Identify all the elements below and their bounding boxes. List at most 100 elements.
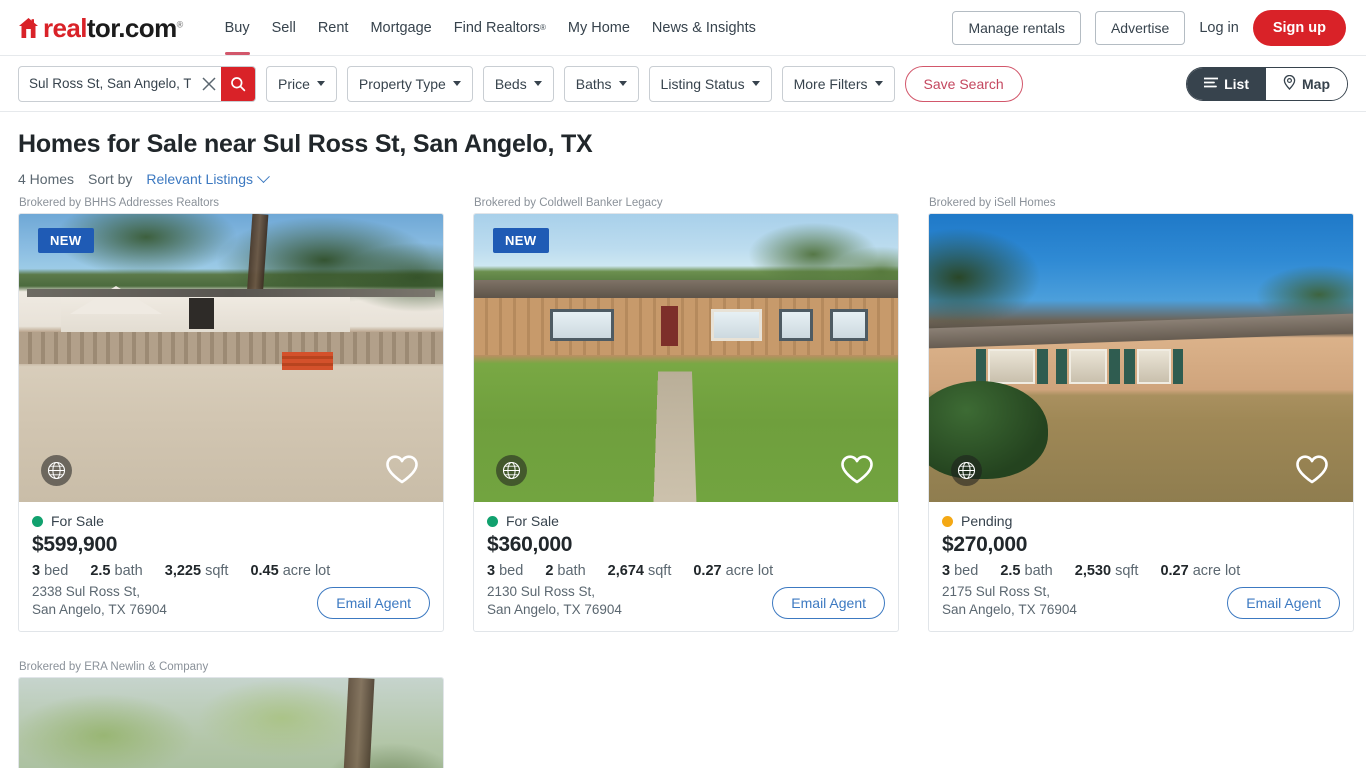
status-badge: Pending [942,513,1340,529]
results-count: 4 Homes [18,171,75,187]
email-agent-button[interactable]: Email Agent [1227,587,1340,619]
filter-listing-status[interactable]: Listing Status [648,65,772,102]
nav-label: Rent [317,19,349,36]
listing-address: 2338 Sul Ross St, San Angelo, TX 76904 [32,583,167,619]
map-pin-icon [1283,74,1296,93]
status-dot-icon [32,515,43,527]
filter-label: Baths [575,75,612,92]
listing-photo[interactable] [929,214,1353,502]
save-heart-icon[interactable] [1293,450,1331,488]
view-toggle-list[interactable]: List [1187,67,1266,100]
listing-card[interactable]: Brokered by BHHS Addresses Realtors NEW [18,197,444,632]
log-in-link[interactable]: Log in [1199,20,1239,36]
spec-beds: 3 bed [942,563,979,579]
nav-item-find-realtors[interactable]: Find Realtors ® [454,0,546,55]
filter-price[interactable]: Price [266,65,337,102]
brokered-by: Brokered by ERA Newlin & Company [19,661,209,673]
sort-by-dropdown[interactable]: Relevant Listings [146,169,270,187]
sign-up-button[interactable]: Sign up [1252,9,1346,46]
listing-info: For Sale $599,900 3 bed 2.5 bath 3,225 s… [19,502,443,631]
spec-baths: 2.5 bath [1000,563,1053,579]
list-icon [1203,76,1220,92]
brokered-by: Brokered by Coldwell Banker Legacy [474,197,663,209]
save-heart-icon[interactable] [838,450,876,488]
spec-baths: 2 bath [545,563,586,579]
email-agent-button[interactable]: Email Agent [772,587,885,619]
save-heart-icon[interactable] [383,450,421,488]
spec-lot: 0.27 acre lot [1160,563,1241,579]
status-badge: For Sale [32,513,430,529]
address-line-1: 2338 Sul Ross St, [32,584,141,599]
page-title: Homes for Sale near Sul Ross St, San Ang… [18,130,593,158]
new-badge: NEW [493,228,549,253]
listing-specs: 3 bed 2 bath 2,674 sqft 0.27 acre lot [487,563,885,579]
status-label: For Sale [506,513,559,529]
nav-label: Buy [224,19,250,36]
house-logo-icon [18,17,39,39]
new-badge: NEW [38,228,94,253]
spec-sqft: 2,530 sqft [1074,563,1139,579]
brokered-by: Brokered by iSell Homes [929,197,1056,209]
filter-more-filters[interactable]: More Filters [781,65,895,102]
logo-text-dark: tor.com [86,12,177,43]
filter-beds[interactable]: Beds [482,65,554,102]
view-toggle-map[interactable]: Map [1266,67,1347,100]
address-line-2: San Angelo, TX 76904 [487,602,622,617]
spec-lot: 0.27 acre lot [693,563,774,579]
mls-globe-icon [496,455,527,486]
chevron-down-icon [533,81,542,86]
address-line-2: San Angelo, TX 76904 [32,602,167,617]
spec-lot: 0.45 acre lot [250,563,331,579]
listing-card[interactable]: Brokered by iSell Homes Pending $270,000… [928,197,1354,632]
nav-item-my-home[interactable]: My Home [568,0,630,55]
chevron-down-icon [874,81,883,86]
listing-photo[interactable]: NEW [19,214,443,502]
save-search-button[interactable]: Save Search [904,65,1023,102]
site-header: realtor.com® Buy Sell Rent Mortgage Find… [0,0,1366,56]
logo-text-red: real [43,12,87,43]
view-toggle-map-label: Map [1302,75,1330,92]
nav-label: News & Insights [651,19,756,36]
search-box[interactable] [18,65,256,102]
logo-registered-mark: ® [176,18,184,29]
view-toggle[interactable]: List Map [1186,66,1348,101]
filter-label: Property Type [358,75,446,92]
listing-photo[interactable] [19,678,443,768]
listing-price: $599,900 [32,533,118,556]
nav-item-mortgage[interactable]: Mortgage [370,0,431,55]
listing-address: 2130 Sul Ross St, San Angelo, TX 76904 [487,583,622,619]
realtor-logo[interactable]: realtor.com® [18,15,183,41]
mls-globe-icon [951,455,982,486]
nav-item-buy[interactable]: Buy [224,0,250,55]
status-dot-icon [487,515,498,527]
listing-card[interactable]: Brokered by Coldwell Banker Legacy NEW F… [473,197,899,632]
search-input[interactable] [19,76,197,91]
filter-label: Listing Status [660,75,745,92]
spec-sqft: 3,225 sqft [164,563,229,579]
status-label: For Sale [51,513,104,529]
manage-rentals-button[interactable]: Manage rentals [952,10,1081,45]
advertise-button[interactable]: Advertise [1094,10,1186,45]
nav-item-rent[interactable]: Rent [318,0,349,55]
filter-label: Beds [494,75,527,92]
spec-beds: 3 bed [487,563,524,579]
listing-price: $360,000 [487,533,573,556]
listing-photo[interactable]: NEW [474,214,898,502]
listing-card[interactable]: Brokered by ERA Newlin & Company [18,661,444,768]
chevron-down-icon [751,81,760,86]
filter-label: More Filters [793,75,868,92]
search-icon[interactable] [221,66,255,101]
address-line-2: San Angelo, TX 76904 [942,602,1077,617]
close-icon[interactable] [197,67,221,101]
listing-specs: 3 bed 2.5 bath 2,530 sqft 0.27 acre lot [942,563,1340,579]
filter-property-type[interactable]: Property Type [346,65,473,102]
filter-baths[interactable]: Baths [563,65,639,102]
main-navigation: Buy Sell Rent Mortgage Find Realtors ® My… [224,0,756,55]
view-toggle-list-label: List [1224,75,1249,92]
sort-by-label: Sort by [88,171,133,187]
nav-item-news-insights[interactable]: News & Insights [652,0,756,55]
email-agent-button[interactable]: Email Agent [317,587,430,619]
registered-mark: ® [539,23,546,32]
nav-item-sell[interactable]: Sell [272,0,296,55]
listing-grid: Brokered by BHHS Addresses Realtors NEW [0,187,1366,768]
